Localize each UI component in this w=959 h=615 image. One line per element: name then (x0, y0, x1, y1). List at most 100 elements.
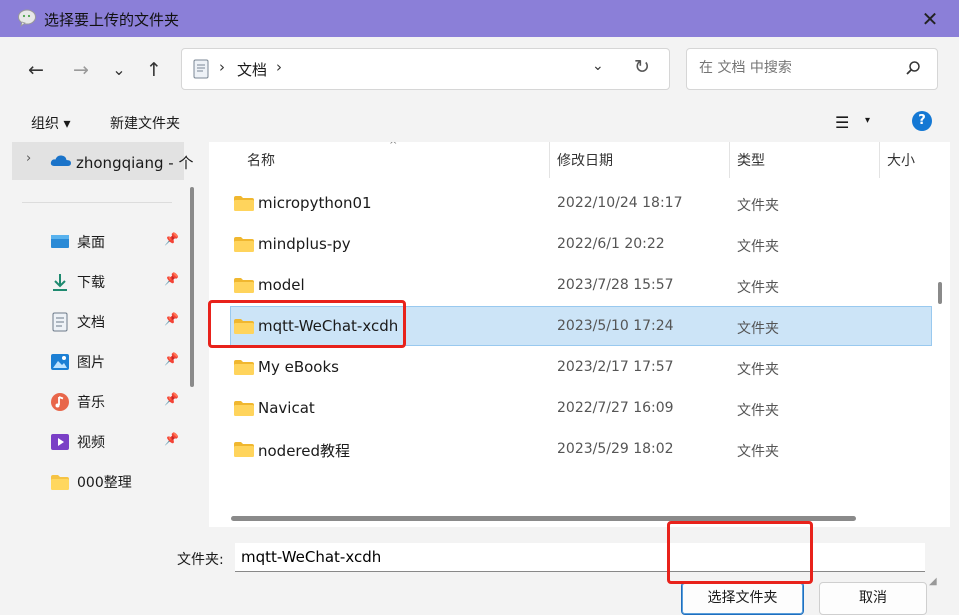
view-options-icon[interactable]: ☰ (835, 113, 849, 132)
file-name: My eBooks (258, 358, 339, 376)
pin-icon[interactable]: 📌 (164, 352, 179, 366)
column-header-row: ^ 名称 修改日期 类型 大小 (209, 142, 950, 178)
file-date: 2022/7/27 16:09 (557, 400, 674, 416)
dialog-title: 选择要上传的文件夹 (44, 11, 180, 29)
resize-grip-icon[interactable]: ◢ (929, 576, 937, 587)
sidebar-item-label: 图片 (77, 355, 105, 371)
sidebar-scrollbar[interactable] (190, 187, 194, 387)
file-row[interactable]: Navicat 2022/7/27 16:09 文件夹 (231, 389, 931, 427)
sidebar-item-label: 音乐 (77, 395, 105, 411)
file-name: mindplus-py (258, 235, 351, 253)
wechat-icon (18, 9, 36, 27)
file-date: 2022/10/24 18:17 (557, 195, 683, 211)
address-bar[interactable]: › 文档 › ⌄ ↻ (181, 48, 670, 90)
close-icon[interactable]: ✕ (914, 5, 946, 33)
pin-icon[interactable]: 📌 (164, 312, 179, 326)
folder-icon (234, 442, 254, 457)
sidebar-item-label: 文档 (77, 315, 105, 331)
breadcrumb-separator-icon: › (219, 58, 225, 76)
file-date: 2023/7/28 15:57 (557, 277, 674, 293)
sidebar-item-label: 下载 (77, 275, 105, 291)
file-date: 2023/5/10 17:24 (557, 318, 674, 334)
sidebar-item-000[interactable]: 000整理 (50, 466, 190, 498)
search-icon[interactable] (905, 60, 921, 76)
pictures-icon (51, 354, 69, 370)
folder-icon (51, 475, 69, 490)
sidebar-divider (22, 202, 172, 203)
file-name: model (258, 276, 305, 294)
sidebar-item-pictures[interactable]: 图片 📌 (50, 346, 190, 378)
sidebar-item-downloads[interactable]: 下载 📌 (50, 266, 190, 298)
sidebar-item-onedrive[interactable]: › zhongqiang - 个 (12, 142, 193, 180)
column-divider[interactable] (549, 142, 550, 178)
pin-icon[interactable]: 📌 (164, 272, 179, 286)
file-row[interactable]: My eBooks 2023/2/17 17:57 文件夹 (231, 348, 931, 386)
search-input[interactable] (697, 59, 891, 77)
file-type: 文件夹 (737, 239, 779, 255)
onedrive-cloud-icon (50, 155, 71, 166)
column-divider[interactable] (879, 142, 880, 178)
address-dropdown-icon[interactable]: ⌄ (592, 58, 604, 74)
column-header-name[interactable]: 名称 (247, 150, 275, 170)
folder-icon (234, 360, 254, 375)
command-bar: 组织 ▾ 新建文件夹 ☰ ▾ ? (9, 102, 950, 142)
documents-icon (52, 312, 68, 332)
folder-icon (234, 401, 254, 416)
vertical-scrollbar[interactable] (938, 282, 942, 304)
navigation-pane: › zhongqiang - 个 桌面 📌 下载 📌 文档 📌 图片 📌 音乐 … (12, 142, 197, 527)
desktop-icon (51, 235, 69, 248)
file-row[interactable]: micropython01 2022/10/24 18:17 文件夹 (231, 184, 931, 222)
refresh-icon[interactable]: ↻ (634, 56, 650, 78)
breadcrumb-separator-icon[interactable]: › (276, 58, 282, 76)
file-type: 文件夹 (737, 198, 779, 214)
highlight-box-selected-folder (208, 300, 406, 348)
pin-icon[interactable]: 📌 (164, 232, 179, 246)
back-arrow-icon[interactable]: ← (21, 57, 51, 83)
help-icon[interactable]: ? (912, 111, 932, 131)
file-type: 文件夹 (737, 321, 779, 337)
file-dialog: ← → ⌄ ↑ › 文档 › ⌄ ↻ 组织 ▾ 新建文件夹 ☰ ▾ ? (9, 37, 950, 615)
sidebar-item-label: 000整理 (77, 475, 132, 491)
folder-field-label: 文件夹: (177, 552, 224, 568)
sort-ascending-icon: ^ (389, 142, 398, 151)
file-type: 文件夹 (737, 444, 779, 460)
new-folder-button[interactable]: 新建文件夹 (110, 113, 180, 133)
up-arrow-icon[interactable]: ↑ (139, 57, 169, 83)
sidebar-item-documents[interactable]: 文档 📌 (50, 306, 190, 338)
file-name: Navicat (258, 399, 315, 417)
pin-icon[interactable]: 📌 (164, 432, 179, 446)
folder-icon (234, 237, 254, 252)
title-bar: 选择要上传的文件夹 ✕ (0, 0, 959, 37)
column-header-date[interactable]: 修改日期 (557, 150, 613, 170)
download-icon (53, 274, 67, 291)
organize-menu[interactable]: 组织 ▾ (31, 113, 70, 133)
folder-name-input[interactable] (235, 543, 925, 572)
folder-icon (234, 196, 254, 211)
file-row[interactable]: mindplus-py 2022/6/1 20:22 文件夹 (231, 225, 931, 263)
pin-icon[interactable]: 📌 (164, 392, 179, 406)
music-icon (51, 393, 69, 411)
video-icon (51, 434, 69, 450)
file-type: 文件夹 (737, 280, 779, 296)
file-type: 文件夹 (737, 362, 779, 378)
file-row[interactable]: nodered教程 2023/5/29 18:02 文件夹 (231, 430, 931, 468)
file-name: micropython01 (258, 194, 372, 212)
file-date: 2023/5/29 18:02 (557, 441, 674, 457)
view-dropdown-icon[interactable]: ▾ (865, 115, 870, 126)
column-header-size[interactable]: 大小 (887, 150, 915, 170)
breadcrumb-documents[interactable]: 文档 (237, 59, 267, 80)
file-name: nodered教程 (258, 442, 351, 460)
search-box[interactable] (686, 48, 938, 90)
file-type: 文件夹 (737, 403, 779, 419)
sidebar-item-label: 桌面 (77, 235, 105, 251)
file-row[interactable]: model 2023/7/28 15:57 文件夹 (231, 266, 931, 304)
column-header-type[interactable]: 类型 (737, 150, 765, 170)
sidebar-item-music[interactable]: 音乐 📌 (50, 386, 190, 418)
forward-arrow-icon[interactable]: → (66, 57, 96, 83)
expand-chevron-icon[interactable]: › (26, 151, 31, 166)
sidebar-item-videos[interactable]: 视频 📌 (50, 426, 190, 458)
column-divider[interactable] (729, 142, 730, 178)
recent-locations-chevron-icon[interactable]: ⌄ (104, 57, 134, 83)
highlight-box-select-button (667, 521, 813, 584)
sidebar-item-desktop[interactable]: 桌面 📌 (50, 226, 190, 258)
